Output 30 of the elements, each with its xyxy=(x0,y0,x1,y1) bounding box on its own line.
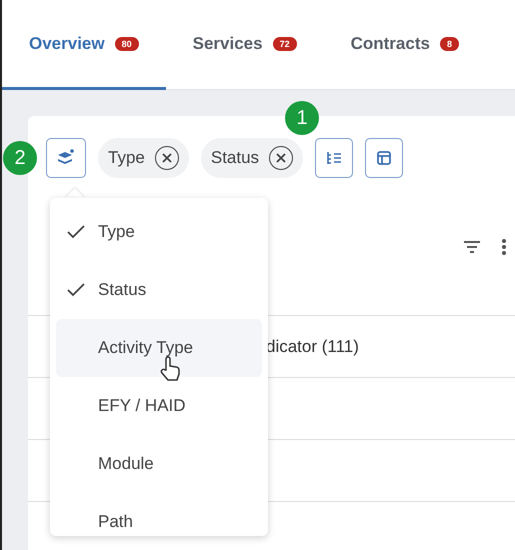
menu-item[interactable]: Module xyxy=(56,435,262,493)
layout-button[interactable] xyxy=(365,138,404,178)
layers-icon xyxy=(57,149,75,167)
menu-item[interactable]: Status xyxy=(56,261,262,319)
menu-item[interactable]: Type xyxy=(56,203,262,261)
chip-label: Status xyxy=(210,148,260,168)
menu-item[interactable]: Path xyxy=(56,493,262,536)
tab[interactable]: Overview 80 xyxy=(2,0,166,90)
close-icon xyxy=(162,153,172,163)
chip-label: Type xyxy=(108,148,145,168)
more-icon[interactable] xyxy=(501,238,507,256)
filter-icon[interactable] xyxy=(463,240,481,254)
list-tree-button[interactable] xyxy=(315,138,354,178)
remove-button[interactable] xyxy=(269,146,294,170)
close-icon xyxy=(276,153,286,163)
tab[interactable]: Services 72 xyxy=(166,0,324,90)
count-badge: 80 xyxy=(114,36,139,50)
table-cell: dicator (111) xyxy=(266,336,359,356)
menu-item[interactable]: EFY / HAID xyxy=(56,377,262,435)
layers-button[interactable] xyxy=(46,138,86,178)
callout-marker: 1 xyxy=(285,101,319,135)
remove-button[interactable] xyxy=(154,146,179,170)
count-badge: 8 xyxy=(440,36,459,50)
callout-marker: 2 xyxy=(3,141,37,175)
count-badge: 72 xyxy=(272,36,297,50)
layout-icon xyxy=(376,150,392,166)
menu-item[interactable]: Activity Type xyxy=(56,319,262,377)
hand-cursor-icon xyxy=(160,356,182,382)
tab[interactable]: Contracts 8 xyxy=(324,0,486,90)
list-tree-icon xyxy=(326,150,342,166)
